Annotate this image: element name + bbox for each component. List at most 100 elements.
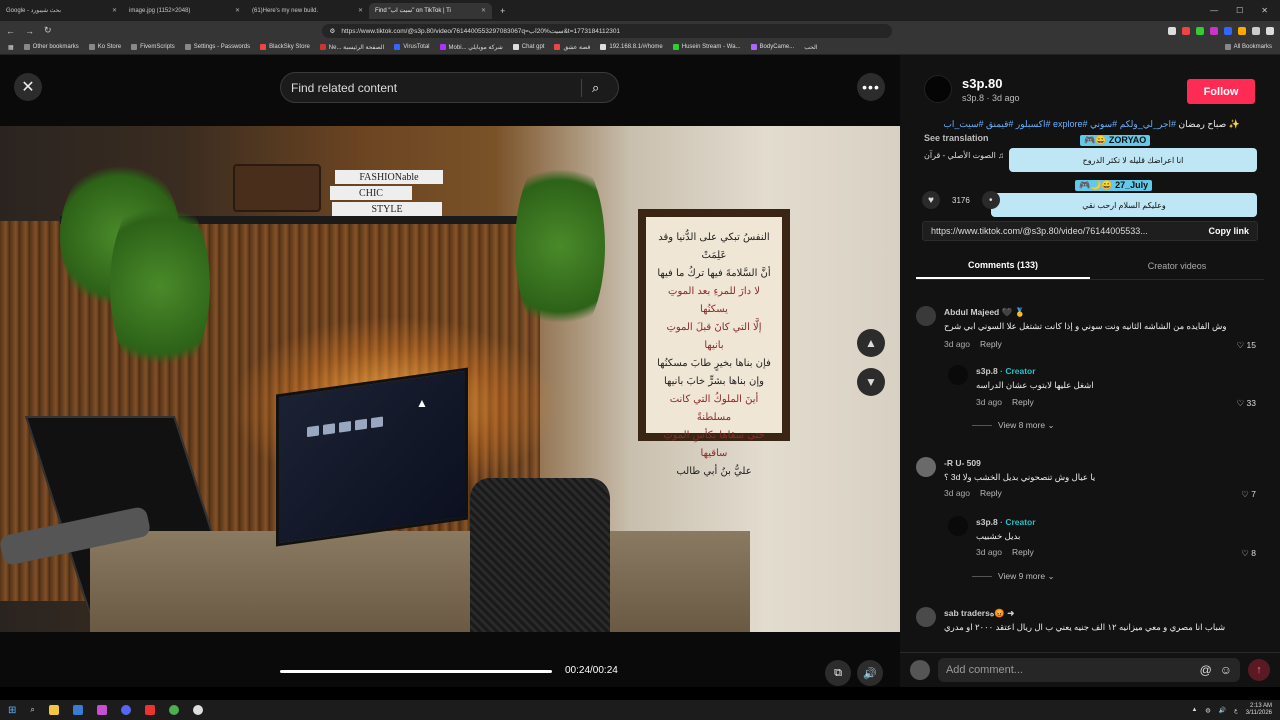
bookmark[interactable]: Ne... الصفحة الرئيسية [319, 44, 384, 51]
previous-video-button[interactable]: ▲ [857, 329, 885, 357]
comment-author[interactable]: s3p.8 · Creator [976, 366, 1036, 376]
extension-icon[interactable] [1210, 26, 1218, 35]
extension-icon[interactable] [1238, 26, 1246, 35]
comment-like[interactable]: ♡ 7 [1241, 489, 1256, 500]
reload-icon[interactable]: ↻ [44, 25, 52, 36]
follow-button[interactable]: Follow [1187, 79, 1255, 104]
video-player[interactable]: FASHIONable CHIC STYLE النفسُ تبكي على ا… [0, 126, 900, 632]
bookmark[interactable]: FivemScripts [131, 44, 175, 50]
heart-icon[interactable]: ♥ [922, 191, 940, 209]
network-icon[interactable]: ◍ [1205, 707, 1210, 714]
profile-icon[interactable] [1266, 26, 1274, 35]
all-bookmarks[interactable]: All Bookmarks [1224, 44, 1272, 50]
progress-bar[interactable] [280, 670, 552, 673]
new-tab-icon[interactable]: + [500, 6, 505, 16]
bookmark[interactable]: الحب [804, 44, 817, 51]
search-input[interactable] [291, 80, 571, 95]
comment-author[interactable]: -R U- 509 [944, 458, 981, 468]
chrome-icon[interactable] [168, 705, 179, 715]
app-icon[interactable] [144, 705, 155, 715]
tab-close-icon[interactable]: ✕ [235, 7, 240, 14]
avatar[interactable] [924, 75, 952, 103]
view-more-replies[interactable]: View 8 more ⌄ [972, 420, 1055, 431]
close-button[interactable]: ✕ [14, 73, 42, 101]
app-icon[interactable] [96, 705, 107, 715]
post-comment-button[interactable]: ↑ [1248, 659, 1270, 681]
bookmark[interactable]: BlackSky Store [260, 44, 310, 50]
discord-icon[interactable] [120, 705, 131, 715]
avatar[interactable] [948, 516, 968, 536]
bookmark[interactable]: Other bookmarks [23, 44, 79, 50]
comment-like[interactable]: ♡ 33 [1237, 398, 1256, 409]
avatar[interactable] [916, 306, 936, 326]
browser-tab-active[interactable]: Find "سيت اب" on TikTok | Ti ✕ [369, 2, 492, 19]
steam-icon[interactable] [72, 705, 83, 715]
next-video-button[interactable]: ▼ [857, 368, 885, 396]
avatar[interactable] [916, 457, 936, 477]
extension-icon[interactable] [1196, 26, 1204, 35]
comment-author[interactable]: Abdul Majeed 🖤 🥇 [944, 307, 1025, 318]
reply-button[interactable]: Reply [1012, 547, 1034, 557]
author-name[interactable]: s3p.80 [962, 76, 1020, 91]
tray-icon[interactable]: ▲ [1191, 707, 1197, 713]
app-icon[interactable] [192, 705, 203, 715]
pip-button[interactable]: ⧉ [825, 660, 851, 686]
volume-button[interactable]: 🔊 [857, 660, 883, 686]
view-more-replies[interactable]: View 9 more ⌄ [972, 571, 1055, 582]
bookmark[interactable]: VirusTotal [394, 44, 430, 50]
copy-link-button[interactable]: Copy link [1208, 226, 1249, 236]
extension-icon[interactable] [1224, 26, 1232, 35]
volume-icon[interactable]: 🔊 [1219, 707, 1226, 714]
minimize-icon[interactable]: — [1210, 6, 1218, 15]
browser-tab[interactable]: image.jpg (1152×2048) ✕ [123, 3, 246, 19]
share-link-text[interactable]: https://www.tiktok.com/@s3p.80/video/761… [931, 226, 1148, 236]
author-block[interactable]: s3p.80 s3p.8 · 3d ago [924, 75, 1020, 103]
back-icon[interactable]: ← [6, 26, 15, 36]
maximize-icon[interactable]: ☐ [1236, 6, 1243, 15]
extension-icon[interactable] [1168, 26, 1176, 35]
tab-creator-videos[interactable]: Creator videos [1090, 252, 1264, 279]
comment-like[interactable]: ♡ 8 [1241, 548, 1256, 559]
reply-button[interactable]: Reply [980, 339, 1002, 349]
bookmark[interactable]: Ko Store [88, 44, 121, 50]
avatar[interactable] [948, 365, 968, 385]
sound-label[interactable]: ♫ الصوت الأصلي - قرآن [924, 151, 1004, 160]
comment-input[interactable] [945, 664, 1192, 676]
comment-author[interactable]: s3p.8 · Creator [976, 517, 1036, 527]
bookmark[interactable]: 192.168.8.1/#/home [600, 44, 663, 50]
tab-close-icon[interactable]: ✕ [481, 7, 486, 14]
window-close-icon[interactable]: ✕ [1261, 6, 1268, 15]
browser-tab[interactable]: (61)Here's my new build. ✕ [246, 3, 369, 19]
site-info-icon[interactable]: ⚙ [330, 27, 336, 35]
bookmark[interactable]: Mobi... شركة موبايلي [439, 44, 503, 51]
comment-icon[interactable]: • [981, 191, 1000, 209]
comment-like[interactable]: ♡ 15 [1237, 340, 1256, 351]
browser-tab[interactable]: Google - بحث شيبورد ✕ [0, 3, 123, 19]
reply-button[interactable]: Reply [980, 488, 1002, 498]
search-icon[interactable]: ⌕ [30, 705, 34, 715]
bookmark[interactable]: Husein Stream - Wa... [672, 44, 741, 50]
apps-icon[interactable]: ▦ [8, 44, 14, 51]
bookmark[interactable]: قصة عشق [554, 44, 590, 51]
url-field[interactable]: ⚙ https://www.tiktok.com/@s3p.80/video/7… [321, 23, 892, 38]
avatar[interactable] [916, 607, 936, 627]
tab-comments[interactable]: Comments (133) [916, 252, 1090, 279]
bookmark[interactable]: Chat gpt [512, 44, 544, 50]
clock[interactable]: 2:13 AM 3/11/2026 [1246, 703, 1272, 717]
tab-close-icon[interactable]: ✕ [112, 7, 117, 14]
mention-icon[interactable]: @ [1200, 663, 1212, 677]
see-translation-link[interactable]: See translation [924, 133, 989, 143]
reply-button[interactable]: Reply [1012, 397, 1034, 407]
extension-icon[interactable] [1182, 26, 1190, 35]
windows-start-icon[interactable]: ⊞ [8, 705, 16, 716]
tab-close-icon[interactable]: ✕ [358, 7, 363, 14]
extension-icon[interactable] [1252, 26, 1260, 35]
language-indicator[interactable]: ع [1234, 707, 1238, 714]
bookmark[interactable]: BodyCame... [750, 44, 794, 50]
search-icon[interactable]: ⌕ [592, 80, 599, 96]
comment-author[interactable]: sab tradersه😡 ➜ [944, 608, 1014, 619]
more-options-button[interactable]: ••• [857, 73, 885, 101]
file-explorer-icon[interactable] [48, 705, 59, 715]
forward-icon[interactable]: → [25, 26, 34, 36]
caption-hashtags[interactable]: #اجر_لي_ولكم #سوني #explore #اكسبلور #قي… [943, 119, 1176, 129]
